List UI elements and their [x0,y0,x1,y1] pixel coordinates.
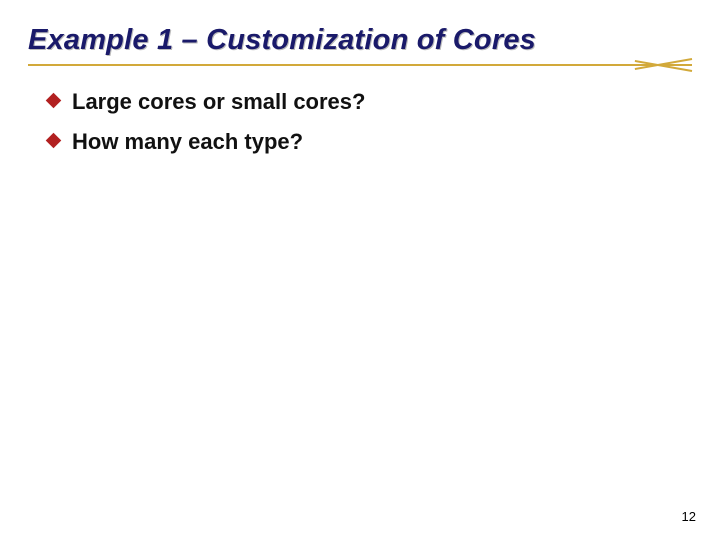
divider-line [28,64,692,66]
bullet-text: How many each type? [72,129,303,154]
title-divider [28,61,692,75]
slide: Example 1 – Customization of Cores Large… [0,0,720,540]
list-item: Large cores or small cores? [72,89,692,115]
page-number: 12 [682,509,696,524]
bullet-text: Large cores or small cores? [72,89,365,114]
diamond-bullet-icon [46,133,62,149]
diamond-bullet-icon [46,93,62,109]
slide-title: Example 1 – Customization of Cores [28,24,692,57]
bullet-list: Large cores or small cores? How many eac… [28,89,692,155]
list-item: How many each type? [72,129,692,155]
